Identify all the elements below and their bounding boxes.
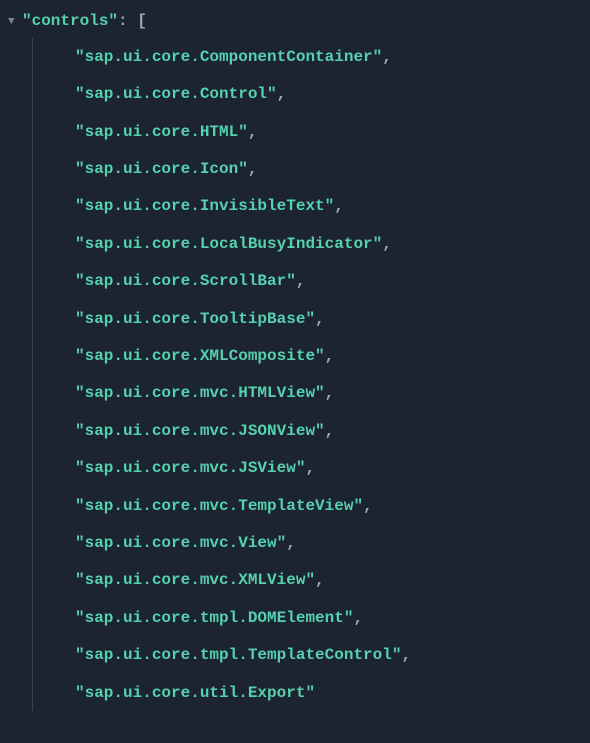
json-array-item: "sap.ui.core.LocalBusyIndicator",: [75, 225, 590, 262]
json-string-value: "sap.ui.core.mvc.XMLView": [75, 571, 315, 589]
colon: :: [118, 10, 128, 32]
collapse-toggle-icon[interactable]: ▼: [8, 15, 22, 30]
json-string-value: "sap.ui.core.ScrollBar": [75, 272, 296, 290]
json-viewer: ▼ "controls": [ "sap.ui.core.ComponentCo…: [0, 0, 590, 721]
comma: ,: [315, 310, 325, 328]
json-array-item: "sap.ui.core.tmpl.DOMElement",: [75, 599, 590, 636]
json-array-item: "sap.ui.core.tmpl.TemplateControl",: [75, 637, 590, 674]
json-array-items: "sap.ui.core.ComponentContainer","sap.ui…: [32, 38, 590, 711]
comma: ,: [286, 534, 296, 552]
json-array-item: "sap.ui.core.mvc.JSView",: [75, 450, 590, 487]
bracket-open: [: [137, 10, 147, 32]
json-string-value: "sap.ui.core.HTML": [75, 123, 248, 141]
json-array-item: "sap.ui.core.util.Export": [75, 674, 590, 711]
space: [128, 10, 138, 32]
json-array-item: "sap.ui.core.mvc.TemplateView",: [75, 487, 590, 524]
comma: ,: [305, 459, 315, 477]
json-string-value: "sap.ui.core.tmpl.DOMElement": [75, 609, 353, 627]
json-string-value: "sap.ui.core.mvc.View": [75, 534, 286, 552]
json-string-value: "sap.ui.core.LocalBusyIndicator": [75, 235, 382, 253]
comma: ,: [334, 197, 344, 215]
json-array-item: "sap.ui.core.Control",: [75, 76, 590, 113]
comma: ,: [248, 160, 258, 178]
json-array-item: "sap.ui.core.Icon",: [75, 151, 590, 188]
json-string-value: "sap.ui.core.TooltipBase": [75, 310, 315, 328]
comma: ,: [315, 571, 325, 589]
comma: ,: [382, 48, 392, 66]
json-string-value: "sap.ui.core.Icon": [75, 160, 248, 178]
comma: ,: [325, 384, 335, 402]
comma: ,: [296, 272, 306, 290]
json-string-value: "sap.ui.core.mvc.JSView": [75, 459, 305, 477]
json-string-value: "sap.ui.core.util.Export": [75, 684, 315, 702]
json-array-item: "sap.ui.core.mvc.View",: [75, 524, 590, 561]
json-array-item: "sap.ui.core.XMLComposite",: [75, 338, 590, 375]
json-string-value: "sap.ui.core.mvc.JSONView": [75, 422, 325, 440]
json-array-item: "sap.ui.core.HTML",: [75, 113, 590, 150]
json-string-value: "sap.ui.core.tmpl.TemplateControl": [75, 646, 401, 664]
json-string-value: "sap.ui.core.ComponentContainer": [75, 48, 382, 66]
json-string-value: "sap.ui.core.InvisibleText": [75, 197, 334, 215]
json-key: "controls": [22, 10, 118, 32]
json-array-item: "sap.ui.core.InvisibleText",: [75, 188, 590, 225]
json-array-item: "sap.ui.core.ScrollBar",: [75, 263, 590, 300]
json-array-item: "sap.ui.core.mvc.XMLView",: [75, 562, 590, 599]
comma: ,: [401, 646, 411, 664]
comma: ,: [382, 235, 392, 253]
comma: ,: [325, 422, 335, 440]
comma: ,: [248, 123, 258, 141]
json-key-row: ▼ "controls": [: [8, 10, 590, 32]
json-string-value: "sap.ui.core.mvc.HTMLView": [75, 384, 325, 402]
json-array-item: "sap.ui.core.mvc.JSONView",: [75, 412, 590, 449]
comma: ,: [363, 497, 373, 515]
comma: ,: [353, 609, 363, 627]
comma: ,: [325, 347, 335, 365]
json-array-item: "sap.ui.core.TooltipBase",: [75, 300, 590, 337]
json-array-item: "sap.ui.core.mvc.HTMLView",: [75, 375, 590, 412]
json-string-value: "sap.ui.core.XMLComposite": [75, 347, 325, 365]
json-string-value: "sap.ui.core.mvc.TemplateView": [75, 497, 363, 515]
json-string-value: "sap.ui.core.Control": [75, 85, 277, 103]
json-array-item: "sap.ui.core.ComponentContainer",: [75, 38, 590, 75]
comma: ,: [277, 85, 287, 103]
